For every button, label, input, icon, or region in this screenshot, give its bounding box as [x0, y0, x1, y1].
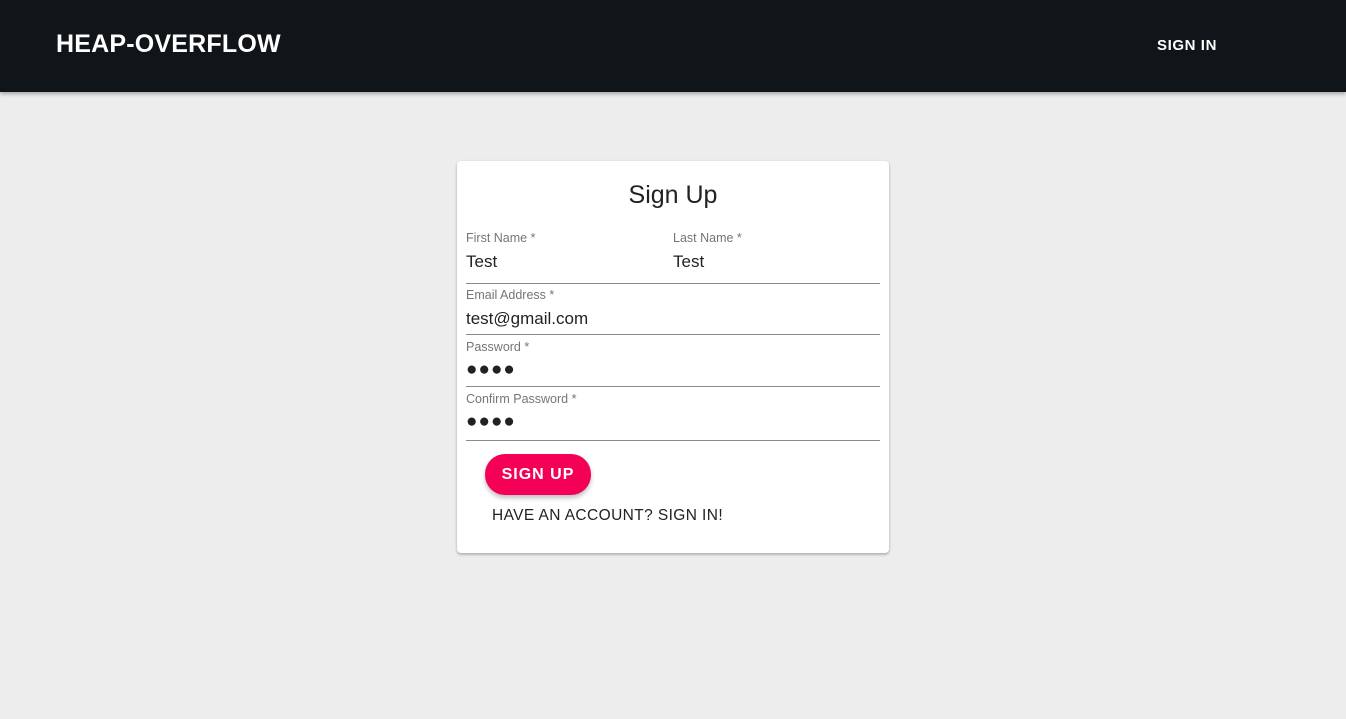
confirm-password-label: Confirm Password * — [466, 392, 577, 406]
email-input[interactable]: test@gmail.com — [466, 309, 588, 329]
sign-in-link[interactable]: HAVE AN ACCOUNT? SIGN IN! — [492, 507, 723, 525]
form-title: Sign Up — [628, 181, 718, 209]
signup-card: Sign Up First Name * Test Last Name * Te… — [457, 161, 889, 553]
first-name-label: First Name * — [466, 231, 536, 245]
last-name-label: Last Name * — [673, 231, 742, 245]
confirm-password-field[interactable]: Confirm Password * ●●●● — [466, 387, 880, 441]
last-name-input[interactable]: Test — [673, 252, 704, 272]
password-input[interactable]: ●●●● — [466, 359, 516, 381]
first-name-input[interactable]: Test — [466, 252, 497, 272]
brand-logo[interactable]: HEAP-OVERFLOW — [56, 30, 281, 59]
confirm-password-input[interactable]: ●●●● — [466, 411, 516, 433]
password-field[interactable]: Password * ●●●● — [466, 335, 880, 387]
email-field[interactable]: Email Address * test@gmail.com — [466, 283, 880, 335]
password-label: Password * — [466, 340, 530, 354]
header-sign-in-button[interactable]: SIGN IN — [1142, 34, 1232, 60]
sign-up-button[interactable]: SIGN UP — [485, 454, 591, 495]
email-label: Email Address * — [466, 288, 555, 302]
last-name-field[interactable]: Last Name * Test — [673, 226, 880, 278]
app-header: HEAP-OVERFLOW SIGN IN — [0, 0, 1346, 92]
first-name-field[interactable]: First Name * Test — [466, 226, 673, 278]
